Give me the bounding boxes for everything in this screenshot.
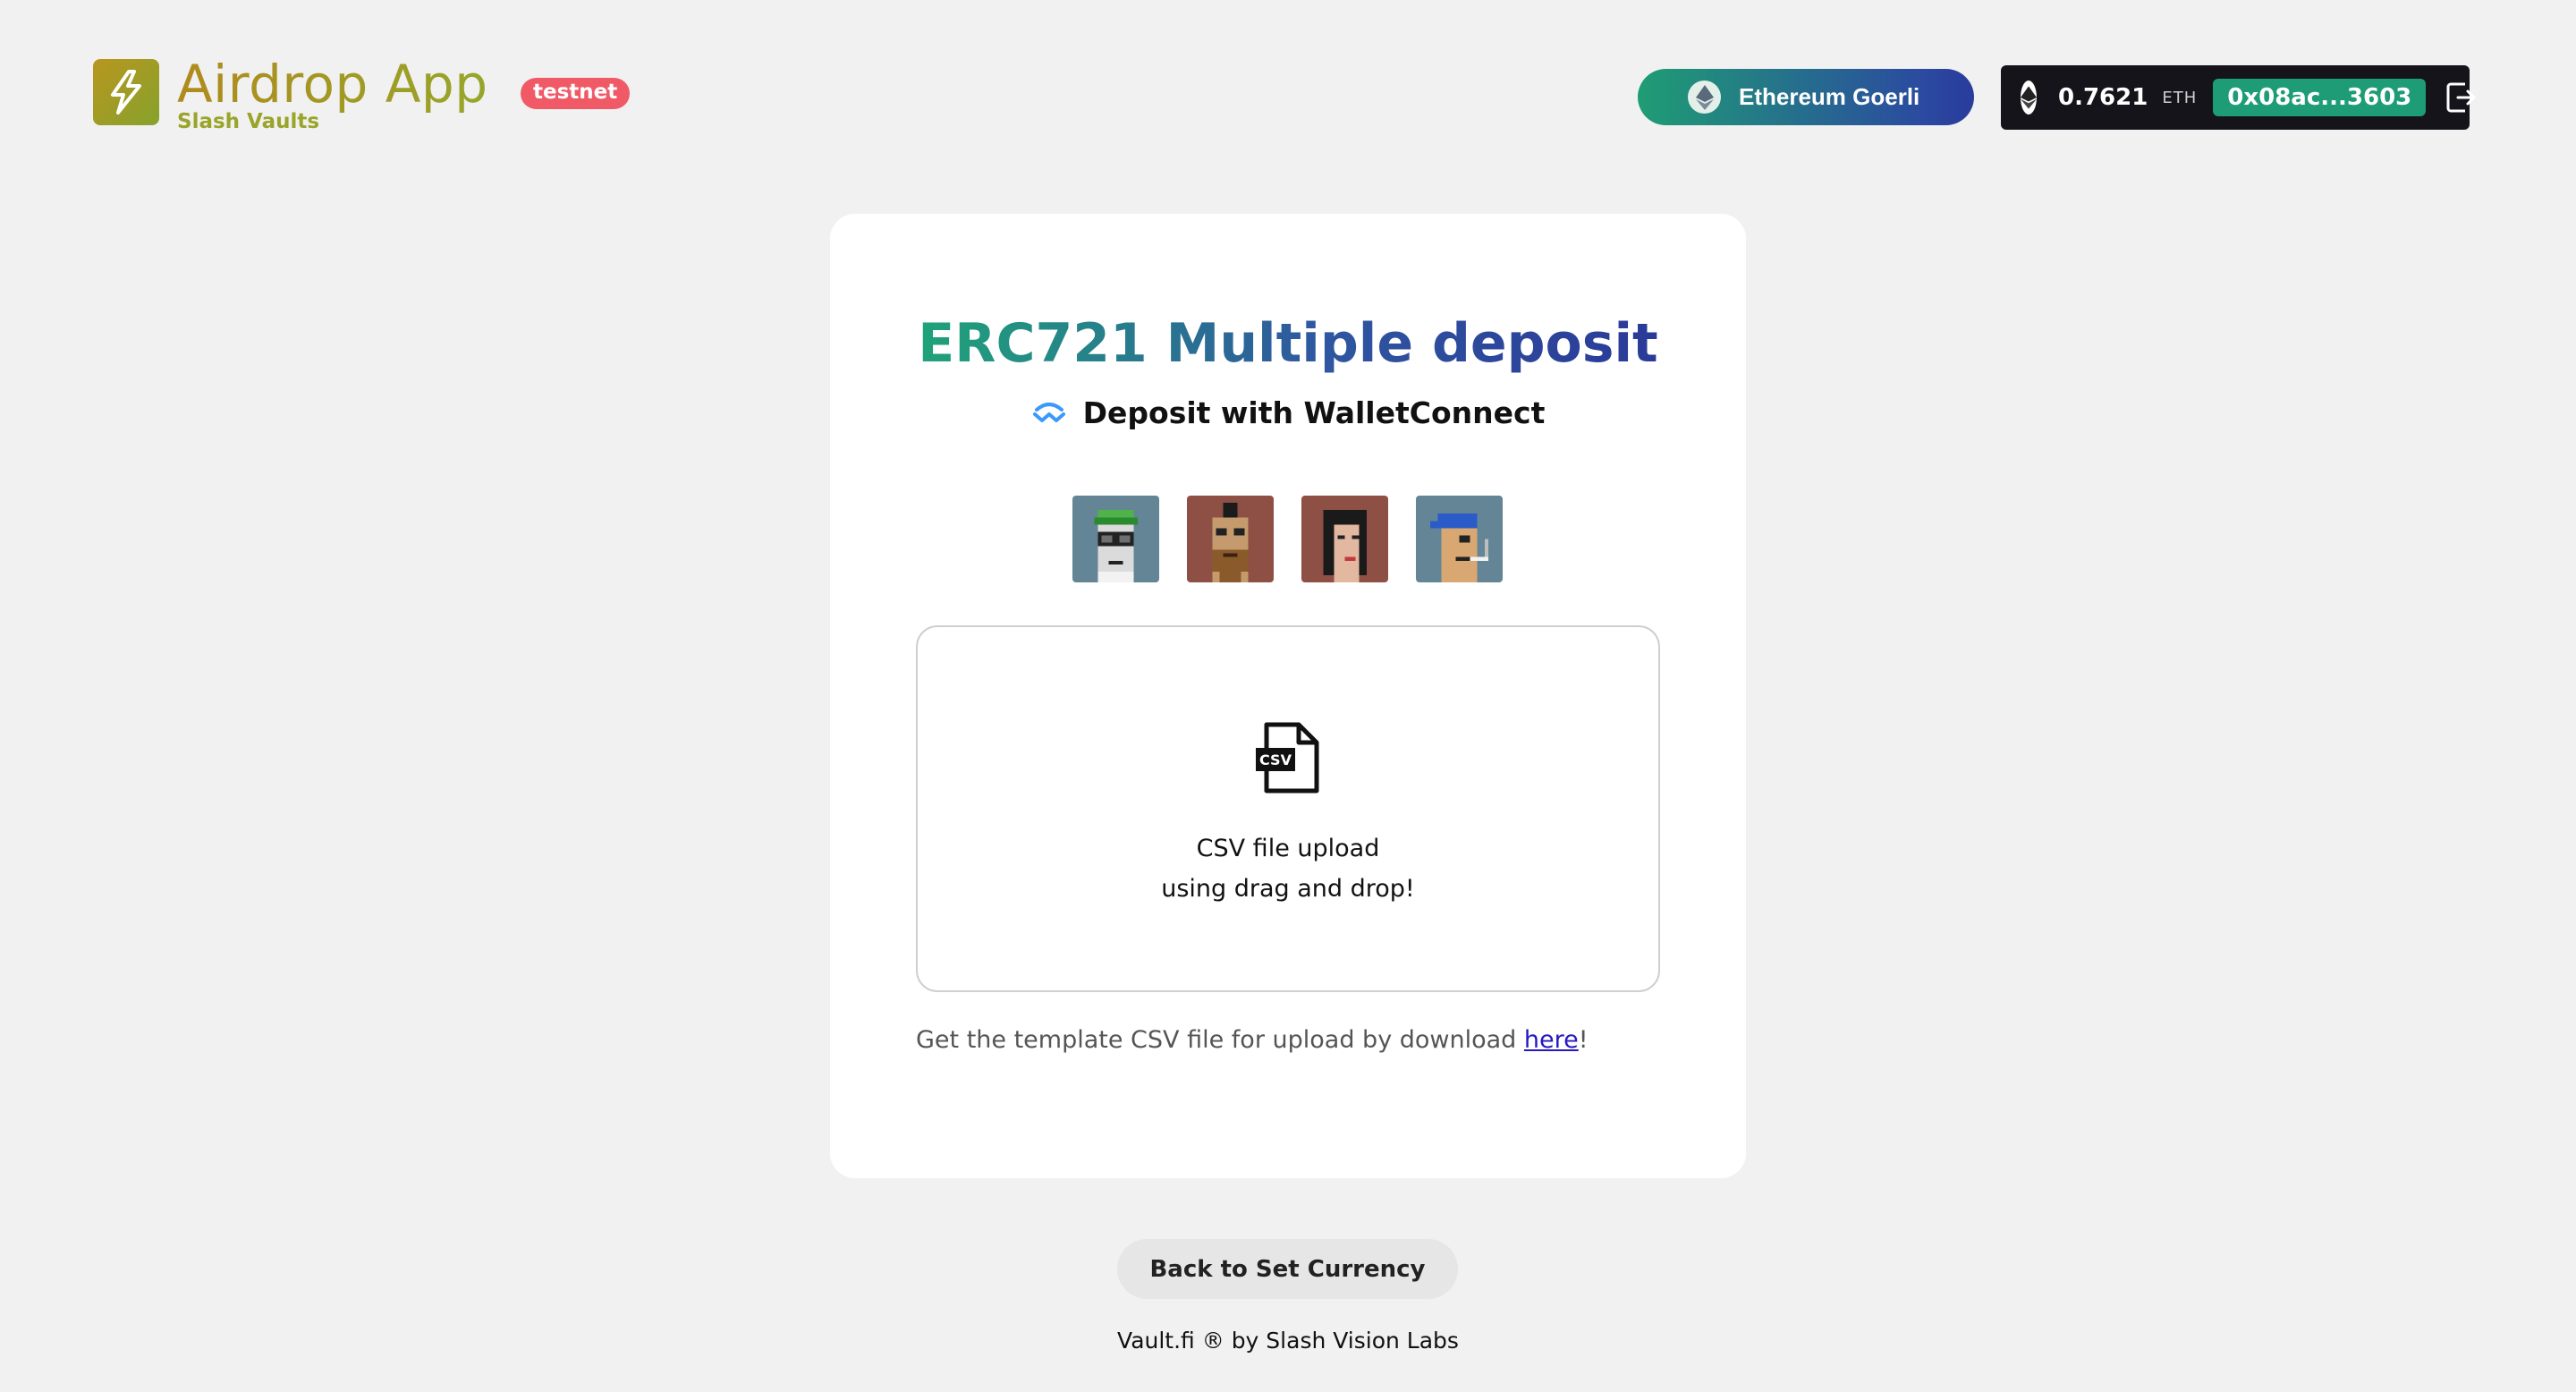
dropzone-hint: using drag and drop! [1161, 875, 1415, 903]
app-title: Airdrop App [177, 54, 488, 115]
wallet-address-button[interactable]: 0x08ac...3603 [2213, 79, 2427, 116]
template-download-link[interactable]: here [1524, 1026, 1579, 1054]
nft-preview-list [1072, 496, 1503, 582]
network-label: Ethereum Goerli [1739, 83, 1920, 110]
punk-blue-bandana-icon [1416, 496, 1503, 582]
wallet-panel: 0.7621 ETH 0x08ac...3603 [2001, 65, 2476, 130]
csv-file-icon: CSV [1256, 722, 1319, 794]
balance-unit: ETH [2162, 88, 2198, 107]
lightning-logo-icon [93, 59, 159, 125]
deposit-method: Deposit with WalletConnect [830, 395, 1746, 430]
punk-dark-hair-icon [1301, 496, 1388, 582]
back-to-set-currency-button[interactable]: Back to Set Currency [1117, 1239, 1458, 1299]
eth-balance: 0.7621 [2058, 84, 2148, 111]
punk-green-cap-icon [1072, 496, 1159, 582]
footer-credit: Vault.fi ® by Slash Vision Labs [1117, 1328, 1459, 1354]
csv-dropzone[interactable]: CSV CSV file upload using drag and drop! [916, 625, 1660, 992]
ethereum-icon [1688, 81, 1721, 114]
network-switch-button[interactable]: Ethereum Goerli [1638, 69, 1974, 125]
logout-icon[interactable] [2445, 80, 2478, 115]
walletconnect-icon [1032, 402, 1065, 422]
punk-mohawk-beard-icon [1187, 496, 1274, 582]
app-logo[interactable]: Airdrop App Slash Vaults [93, 55, 488, 132]
page-title: ERC721 Multiple deposit [918, 312, 1658, 375]
deposit-method-label: Deposit with WalletConnect [1082, 395, 1546, 430]
template-download-note: Get the template CSV file for upload by … [916, 1026, 1589, 1054]
svg-text:CSV: CSV [1259, 751, 1292, 768]
deposit-card: ERC721 Multiple deposit Deposit with Wal… [830, 214, 1746, 1178]
testnet-badge: testnet [521, 78, 631, 109]
ethereum-icon [2021, 81, 2037, 115]
dropzone-title: CSV file upload [1196, 835, 1380, 862]
